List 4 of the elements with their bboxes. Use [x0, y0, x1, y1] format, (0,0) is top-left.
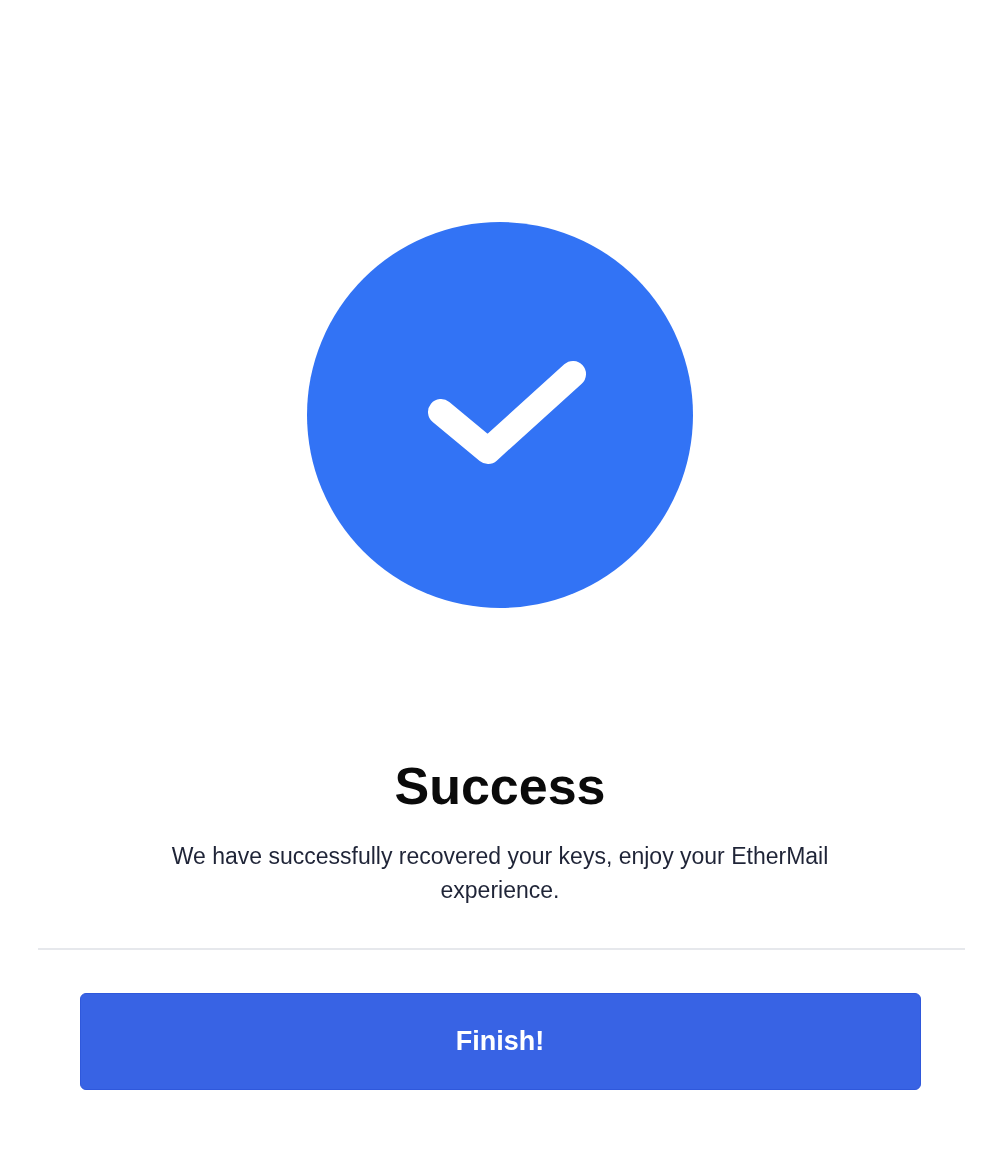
check-circle-icon: [307, 222, 693, 608]
success-message: We have successfully recovered your keys, enjoy your EtherMail experience.: [170, 842, 830, 905]
finish-button[interactable]: Finish!: [79, 993, 921, 1090]
success-title: Success: [394, 756, 606, 817]
